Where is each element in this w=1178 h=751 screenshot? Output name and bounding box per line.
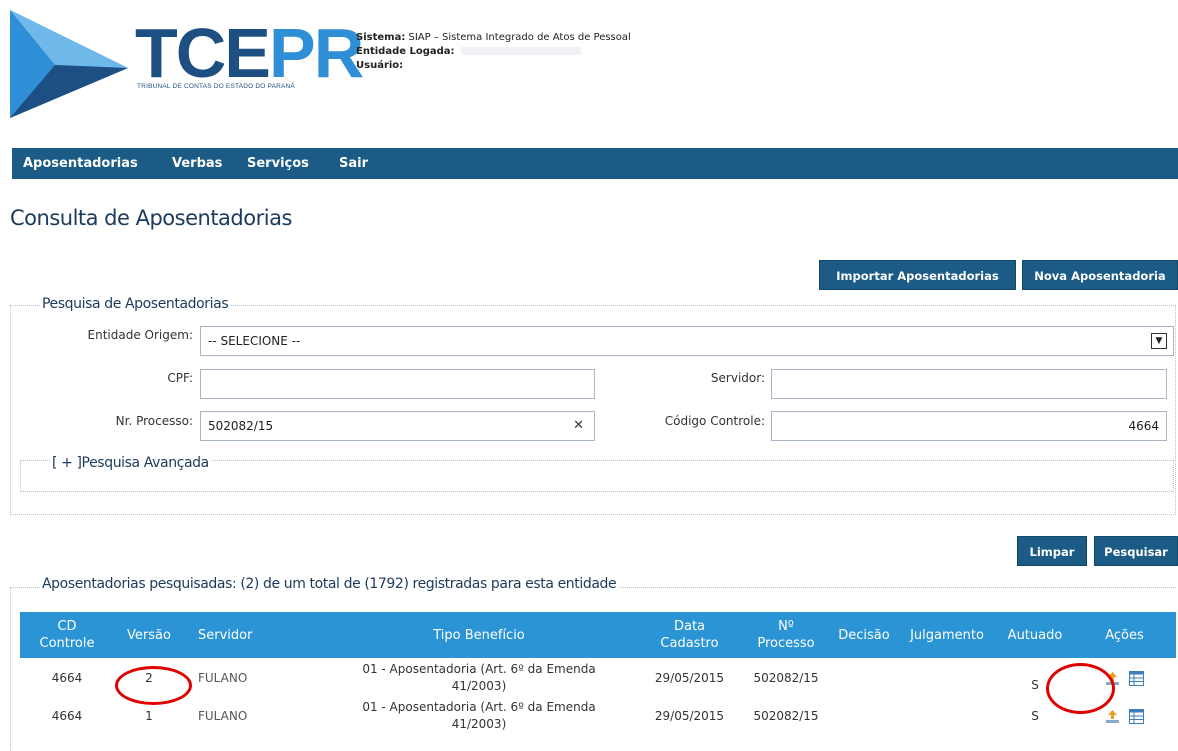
col-autuado[interactable]: Autuado: [997, 612, 1073, 658]
results-legend: Aposentadorias pesquisadas: (2) de um to…: [40, 576, 619, 592]
col-nr-processo[interactable]: Nº Processo: [741, 612, 831, 658]
servidor-label: Servidor:: [710, 371, 765, 385]
col-data-cadastro[interactable]: Data Cadastro: [638, 612, 741, 658]
chevron-down-icon[interactable]: ▼: [1151, 333, 1167, 349]
table-row[interactable]: 4664 1 FULANO 01 - Aposentadoria (Art. 6…: [20, 698, 1176, 734]
cell-data: 29/05/2015: [654, 708, 725, 723]
upload-icon[interactable]: [1105, 671, 1120, 686]
sistema-label: Sistema:: [356, 32, 406, 43]
grid-icon[interactable]: [1129, 708, 1145, 724]
limpar-button[interactable]: Limpar: [1017, 536, 1087, 566]
usuario-label: Usuário:: [356, 60, 404, 71]
logo-wordmark-tce: TCE: [135, 14, 271, 92]
menu-item-sair[interactable]: Sair: [339, 156, 368, 171]
cell-versao: 2: [145, 670, 153, 685]
pesquisar-button[interactable]: Pesquisar: [1094, 536, 1178, 566]
servidor-field[interactable]: [771, 369, 1167, 399]
menu-item-aposentadorias[interactable]: Aposentadorias: [23, 156, 138, 171]
cell-acoes: [1073, 698, 1176, 734]
cell-servidor: FULANO: [198, 708, 248, 723]
cpf-label: CPF:: [167, 371, 193, 385]
col-decisao[interactable]: Decisão: [831, 612, 897, 658]
page-title: Consulta de Aposentadorias: [10, 206, 292, 230]
cell-decisao: [831, 698, 897, 734]
clear-input-icon[interactable]: ✕: [573, 412, 584, 440]
col-cd-controle[interactable]: CD Controle: [20, 612, 114, 658]
col-servidor[interactable]: Servidor: [184, 612, 320, 658]
results-table: CD Controle Versão Servidor Tipo Benefíci…: [20, 612, 1176, 734]
col-acoes: Ações: [1073, 612, 1176, 658]
codigo-controle-field[interactable]: 4664: [771, 411, 1167, 441]
cell-servidor: FULANO: [198, 670, 248, 685]
col-versao[interactable]: Versão: [114, 612, 184, 658]
col-julgamento[interactable]: Julgamento: [897, 612, 997, 658]
cell-julgamento: [897, 698, 997, 734]
cell-decisao: [831, 658, 897, 698]
menu-item-servicos[interactable]: Serviços: [247, 156, 309, 171]
advanced-search-toggle[interactable]: [ + ]Pesquisa Avançada: [50, 455, 211, 471]
cell-versao: 1: [145, 708, 153, 723]
main-menu: Aposentadorias Verbas Serviços Sair: [12, 148, 1178, 179]
nr-processo-field[interactable]: 502082/15 ✕: [200, 411, 595, 441]
entidade-origem-value: -- SELECIONE --: [208, 334, 301, 348]
col-tipo-beneficio[interactable]: Tipo Benefício: [320, 612, 638, 658]
entidade-origem-select[interactable]: -- SELECIONE -- ▼: [200, 326, 1174, 356]
search-legend: Pesquisa de Aposentadorias: [40, 296, 231, 312]
cell-autuado: S: [1031, 708, 1039, 723]
system-info: Sistema: SIAP – Sistema Integrado de Ato…: [356, 31, 631, 73]
nr-processo-label: Nr. Processo:: [115, 414, 193, 428]
codigo-controle-label: Código Controle:: [664, 414, 765, 428]
nr-processo-value: 502082/15: [208, 419, 274, 433]
entidade-origem-label: Entidade Origem:: [87, 328, 193, 342]
table-header-row: CD Controle Versão Servidor Tipo Benefíci…: [20, 612, 1176, 658]
tce-logo-mark: [10, 10, 128, 118]
nova-aposentadoria-button[interactable]: Nova Aposentadoria: [1022, 260, 1178, 290]
menu-item-verbas[interactable]: Verbas: [172, 156, 222, 171]
cpf-field[interactable]: [200, 369, 595, 399]
cell-cd: 4664: [51, 670, 83, 685]
cell-data: 29/05/2015: [654, 670, 725, 685]
cell-processo: 502082/15: [753, 708, 819, 723]
entidade-label: Entidade Logada:: [356, 46, 455, 57]
cell-cd: 4664: [51, 708, 83, 723]
cell-tipo: 01 - Aposentadoria (Art. 6º da Emenda 41/…: [362, 700, 596, 731]
cell-processo: 502082/15: [753, 670, 819, 685]
logo-wordmark-pr: PR: [269, 14, 364, 92]
table-row[interactable]: 4664 2 FULANO 01 - Aposentadoria (Art. 6…: [20, 658, 1176, 698]
cell-tipo: 01 - Aposentadoria (Art. 6º da Emenda 41/…: [362, 662, 596, 693]
import-aposentadorias-button[interactable]: Importar Aposentadorias: [819, 260, 1016, 290]
upload-icon[interactable]: [1105, 709, 1120, 724]
grid-icon[interactable]: [1129, 670, 1145, 686]
cell-autuado: S: [1031, 678, 1039, 692]
cell-acoes: [1073, 658, 1176, 698]
logo-subtitle: TRIBUNAL DE CONTAS DO ESTADO DO PARANÁ: [137, 83, 295, 90]
cell-julgamento: [897, 658, 997, 698]
sistema-value: SIAP – Sistema Integrado de Atos de Pess…: [408, 32, 631, 43]
logo-wordmark: TCEPR: [135, 18, 364, 88]
redacted-entity: [460, 47, 581, 55]
